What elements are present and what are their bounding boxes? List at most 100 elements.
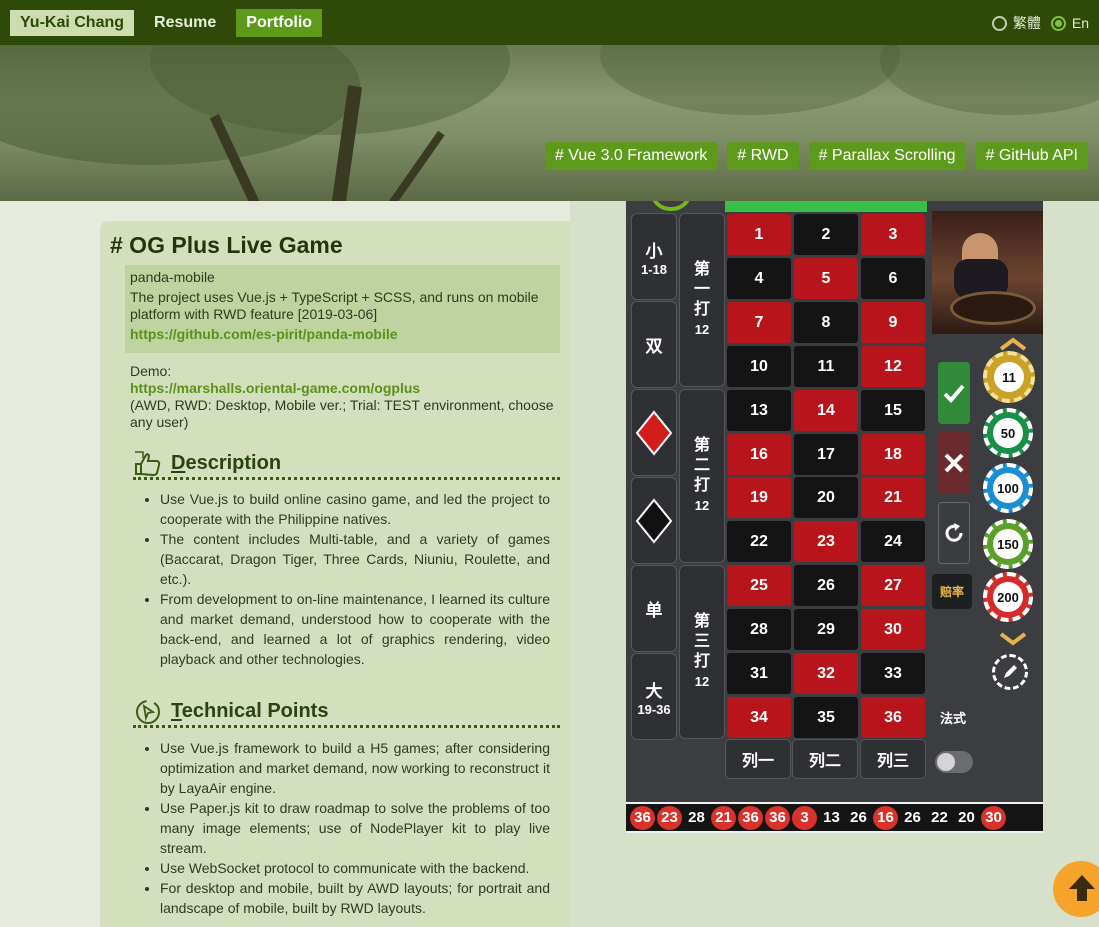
close-icon	[944, 453, 964, 473]
history-result: 21	[711, 805, 736, 830]
number-cell[interactable]: 15	[861, 390, 925, 431]
number-cell[interactable]: 18	[861, 434, 925, 475]
bet-big[interactable]: 大 19-36	[631, 653, 677, 740]
dozen-3-num: 12	[694, 674, 710, 689]
bet-big-label: 大	[645, 681, 663, 701]
number-cell[interactable]: 19	[727, 477, 791, 518]
chip-value: 200	[993, 582, 1023, 612]
number-cell[interactable]: 22	[727, 521, 791, 562]
chevron-down-icon[interactable]	[998, 632, 1028, 646]
number-cell[interactable]: 7	[727, 302, 791, 343]
bet-column-1[interactable]: 列一	[725, 739, 791, 779]
repo-box: panda-mobile The project uses Vue.js + T…	[125, 265, 560, 353]
bet-odd[interactable]: 单	[631, 565, 677, 652]
number-cell[interactable]: 27	[861, 565, 925, 606]
nav-resume[interactable]: Resume	[144, 9, 226, 37]
lang-option-zh[interactable]: 繁體	[991, 13, 1041, 33]
number-cell[interactable]: 36	[861, 697, 925, 738]
bet-dozen-2[interactable]: 第二打 12	[679, 389, 725, 563]
repeat-button[interactable]	[938, 502, 970, 564]
radio-en[interactable]	[1050, 15, 1066, 31]
number-cell[interactable]: 12	[861, 346, 925, 387]
bet-dozen-1[interactable]: 第一打 12	[679, 213, 725, 387]
lang-option-en[interactable]: En	[1050, 15, 1089, 31]
bet-small[interactable]: 小 1-18	[631, 213, 677, 300]
custom-chip-button[interactable]	[992, 654, 1028, 690]
demo-link[interactable]: https://marshalls.oriental-game.com/ogpl…	[130, 380, 420, 396]
chip-50[interactable]: 50	[983, 408, 1033, 458]
chevron-up-icon[interactable]	[998, 337, 1028, 351]
dozen-1-char: 一	[693, 281, 710, 298]
number-cell[interactable]: 35	[794, 697, 858, 738]
bet-small-label: 小	[645, 241, 663, 261]
bet-dozen-3[interactable]: 第三打 12	[679, 565, 725, 739]
number-cell[interactable]: 25	[727, 565, 791, 606]
number-cell[interactable]: 33	[861, 653, 925, 694]
number-cell[interactable]: 10	[727, 346, 791, 387]
scroll-to-top-button[interactable]	[1053, 861, 1099, 917]
number-cell[interactable]: 23	[794, 521, 858, 562]
history-result: 3	[792, 805, 817, 830]
number-cell[interactable]: 31	[727, 653, 791, 694]
french-toggle[interactable]	[935, 751, 973, 773]
repo-link[interactable]: https://github.com/es-pirit/panda-mobile	[130, 326, 398, 342]
lang-label-zh: 繁體	[1012, 15, 1041, 31]
number-cell[interactable]: 5	[794, 258, 858, 299]
demo-note: (AWD, RWD: Desktop, Mobile ver.; Trial: …	[130, 397, 554, 430]
description-heading-initial: D	[171, 452, 186, 474]
black-diamond-icon	[635, 497, 673, 544]
cancel-button[interactable]	[938, 432, 970, 494]
number-cell[interactable]: 21	[861, 477, 925, 518]
chip-100[interactable]: 100	[983, 463, 1033, 513]
number-cell[interactable]: 26	[794, 565, 858, 606]
wheel-edge	[650, 201, 692, 211]
number-cell[interactable]: 17	[794, 434, 858, 475]
radio-zh[interactable]	[991, 15, 1007, 31]
number-cell[interactable]: 14	[794, 390, 858, 431]
tag-parallax[interactable]: # Parallax Scrolling	[808, 142, 966, 170]
history-result: 20	[958, 809, 975, 826]
bet-column-3[interactable]: 列三	[860, 739, 926, 779]
number-cell[interactable]: 9	[861, 302, 925, 343]
bet-column-2[interactable]: 列二	[792, 739, 858, 779]
chip-200[interactable]: 200	[983, 572, 1033, 622]
nav-portfolio[interactable]: Portfolio	[236, 8, 323, 37]
number-cell[interactable]: 28	[727, 609, 791, 650]
tag-rwd[interactable]: # RWD	[727, 142, 799, 170]
history-result: 13	[823, 809, 840, 826]
dozen-3-char: 打	[693, 653, 710, 670]
chip-150[interactable]: 150	[983, 519, 1033, 569]
edit-icon	[1004, 665, 1017, 678]
brand-link[interactable]: Yu-Kai Chang	[10, 9, 135, 36]
number-cell[interactable]: 6	[861, 258, 925, 299]
history-result: 22	[931, 809, 948, 826]
bet-odd-label: 单	[645, 601, 663, 620]
number-cell[interactable]: 2	[794, 214, 858, 255]
history-result: 36	[765, 805, 790, 830]
number-cell[interactable]: 13	[727, 390, 791, 431]
number-cell[interactable]: 1	[727, 214, 791, 255]
number-cell[interactable]: 4	[727, 258, 791, 299]
number-cell[interactable]: 34	[727, 697, 791, 738]
number-cell[interactable]: 30	[861, 609, 925, 650]
confirm-button[interactable]	[938, 362, 970, 424]
chip-11[interactable]: 11	[983, 351, 1035, 403]
number-cell[interactable]: 16	[727, 434, 791, 475]
chip-value: 150	[993, 529, 1023, 559]
bet-black[interactable]	[631, 477, 677, 564]
list-item: The content includes Multi-table, and a …	[160, 529, 550, 589]
number-cell[interactable]: 29	[794, 609, 858, 650]
tag-github-api[interactable]: # GitHub API	[975, 142, 1088, 170]
number-cell[interactable]: 3	[861, 214, 925, 255]
number-cell[interactable]: 8	[794, 302, 858, 343]
bet-red[interactable]	[631, 389, 677, 476]
odds-button[interactable]: 赔率	[932, 574, 972, 609]
bet-even[interactable]: 双	[631, 301, 677, 388]
number-cell[interactable]: 32	[794, 653, 858, 694]
history-result: 26	[850, 809, 867, 826]
tag-vue[interactable]: # Vue 3.0 Framework	[544, 142, 718, 170]
number-cell[interactable]: 11	[794, 346, 858, 387]
number-cell[interactable]: 20	[794, 477, 858, 518]
list-item: Use Paper.js kit to draw roadmap to solv…	[160, 798, 550, 858]
number-cell[interactable]: 24	[861, 521, 925, 562]
